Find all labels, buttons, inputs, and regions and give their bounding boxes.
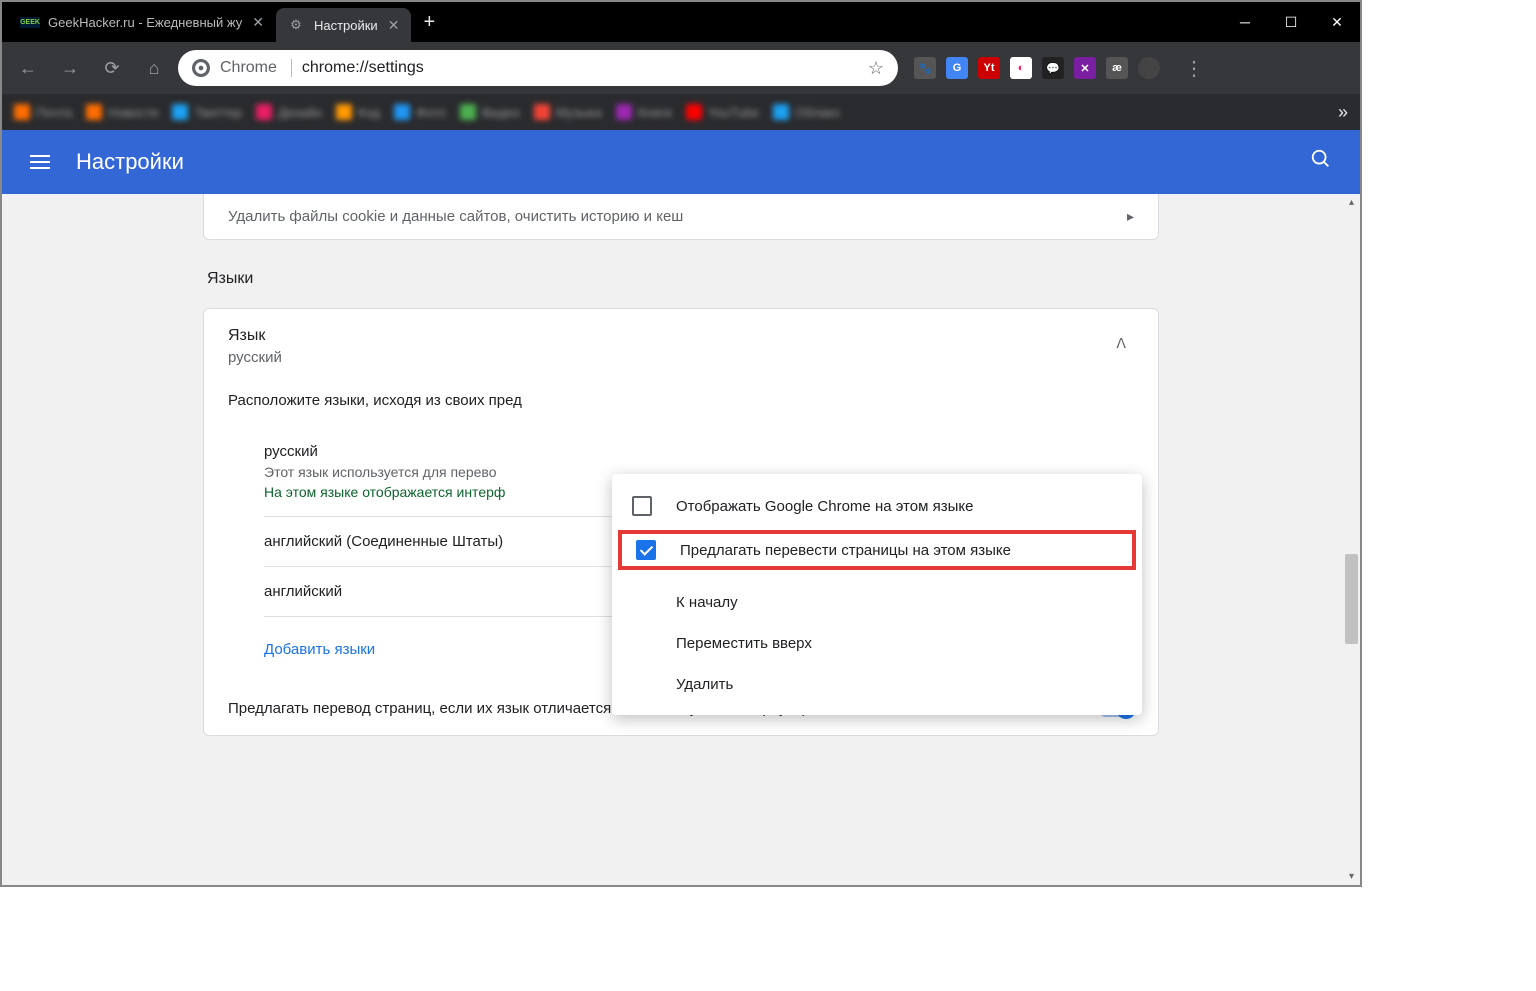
bookmark-item[interactable]: YouTube	[686, 104, 759, 120]
scroll-down-arrow[interactable]: ▾	[1343, 868, 1360, 885]
bookmarks-overflow-icon[interactable]: »	[1338, 102, 1348, 123]
bookmark-item[interactable]: Дизайн	[256, 104, 322, 120]
menu-offer-translate[interactable]: Предлагать перевести страницы на этом яз…	[616, 528, 1138, 572]
extension-icon[interactable]: ✕	[1074, 57, 1096, 79]
bookmark-item[interactable]: Фото	[394, 104, 446, 120]
bookmarks-bar: Почта Новости Твиттер Дизайн Код Фото Ви…	[2, 94, 1360, 130]
language-expand-header[interactable]: Язык русский ᐱ	[204, 309, 1158, 374]
chrome-icon	[192, 59, 210, 77]
browser-menu-button[interactable]: ⋮	[1176, 56, 1212, 81]
close-window-button[interactable]: ✕	[1314, 2, 1360, 42]
extension-icon[interactable]: G	[946, 57, 968, 79]
language-label: Язык	[228, 327, 1108, 345]
extension-icon[interactable]	[1138, 57, 1160, 79]
maximize-button[interactable]: ☐	[1268, 2, 1314, 42]
bookmark-item[interactable]: Книги	[616, 104, 672, 120]
settings-header: Настройки	[2, 130, 1360, 194]
new-tab-button[interactable]: +	[411, 11, 447, 34]
bookmark-item[interactable]: Почта	[14, 104, 72, 120]
extension-icon[interactable]: 💬	[1042, 57, 1064, 79]
tab-title: GeekHacker.ru - Ежедневный жу	[48, 15, 242, 30]
close-tab-icon[interactable]: ✕	[388, 17, 400, 34]
menu-move-up[interactable]: Переместить вверх	[612, 623, 1142, 664]
browser-toolbar: ← → ⟳ ⌂ Chrome chrome://settings ☆ 🐾 G Y…	[2, 42, 1360, 94]
checkbox-unchecked-icon[interactable]	[632, 496, 652, 516]
bookmark-item[interactable]: Музыка	[534, 104, 602, 120]
menu-move-to-top[interactable]: К началу	[612, 582, 1142, 623]
bookmark-star-icon[interactable]: ☆	[868, 58, 884, 79]
scroll-up-arrow[interactable]: ▴	[1343, 194, 1360, 211]
extension-icon[interactable]: ◐	[1010, 57, 1032, 79]
home-button[interactable]: ⌂	[136, 50, 172, 86]
language-context-menu: Отображать Google Chrome на этом языке П…	[612, 474, 1142, 715]
tab-geekhacker[interactable]: GEEK GeekHacker.ru - Ежедневный жу ✕	[10, 5, 276, 39]
chevron-right-icon: ▸	[1127, 208, 1134, 225]
menu-display-chrome-in-lang[interactable]: Отображать Google Chrome на этом языке	[612, 484, 1142, 528]
reload-button[interactable]: ⟳	[94, 50, 130, 86]
gear-icon: ⚙	[288, 17, 304, 33]
languages-section-title: Языки	[207, 270, 1159, 288]
chevron-up-icon[interactable]: ᐱ	[1108, 327, 1134, 360]
clear-data-subtitle: Удалить файлы cookie и данные сайтов, оч…	[228, 208, 683, 225]
menu-delete[interactable]: Удалить	[612, 664, 1142, 705]
scrollbar-thumb[interactable]	[1345, 554, 1358, 644]
forward-button[interactable]: →	[52, 50, 88, 86]
omnibox-label: Chrome	[220, 59, 292, 77]
extensions-area: 🐾 G Yt ◐ 💬 ✕ æ	[904, 57, 1170, 79]
bookmark-item[interactable]: Новости	[86, 104, 158, 120]
bookmark-item[interactable]: Облако	[773, 104, 840, 120]
clear-data-card[interactable]: Удалить файлы cookie и данные сайтов, оч…	[203, 194, 1159, 240]
minimize-button[interactable]: ─	[1222, 2, 1268, 42]
favicon-geek: GEEK	[22, 14, 38, 30]
bookmark-item[interactable]: Код	[336, 104, 380, 120]
extension-icon[interactable]: 🐾	[914, 57, 936, 79]
scrollbar[interactable]: ▴ ▾	[1343, 194, 1360, 885]
extension-icon[interactable]: Yt	[978, 57, 1000, 79]
checkbox-checked-icon[interactable]	[636, 540, 656, 560]
search-icon[interactable]	[1302, 140, 1340, 184]
language-current: русский	[228, 349, 1108, 366]
window-titlebar: GEEK GeekHacker.ru - Ежедневный жу ✕ ⚙ Н…	[2, 2, 1360, 42]
language-instruction: Расположите языки, исходя из своих пред	[204, 374, 1158, 427]
bookmark-item[interactable]: Твиттер	[172, 104, 242, 120]
hamburger-menu-icon[interactable]	[22, 147, 58, 177]
bookmark-item[interactable]: Видео	[460, 104, 520, 120]
extension-icon[interactable]: æ	[1106, 57, 1128, 79]
back-button[interactable]: ←	[10, 50, 46, 86]
close-tab-icon[interactable]: ✕	[252, 14, 264, 31]
omnibox[interactable]: Chrome chrome://settings ☆	[178, 50, 898, 86]
tab-settings[interactable]: ⚙ Настройки ✕	[276, 8, 411, 42]
tab-title: Настройки	[314, 18, 378, 33]
omnibox-url: chrome://settings	[302, 59, 858, 77]
settings-title: Настройки	[76, 149, 1302, 175]
